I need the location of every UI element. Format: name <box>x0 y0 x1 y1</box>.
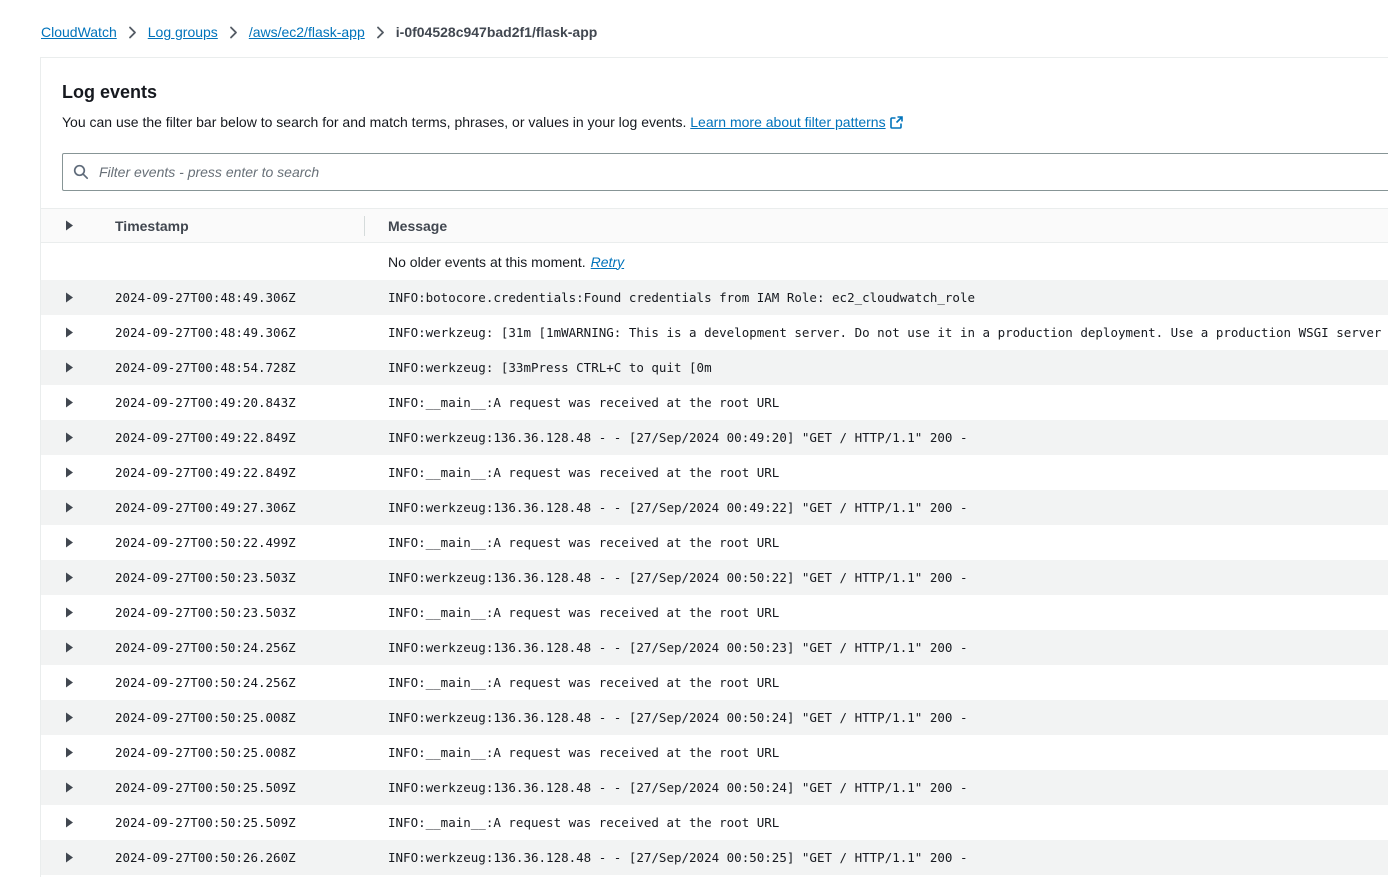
breadcrumb: CloudWatch Log groups /aws/ec2/flask-app… <box>0 0 1388 40</box>
expand-row-triangle-icon[interactable] <box>65 292 74 303</box>
row-timestamp: 2024-09-27T00:50:25.008Z <box>115 710 364 725</box>
row-timestamp: 2024-09-27T00:50:23.503Z <box>115 605 364 620</box>
breadcrumb-chevron-icon <box>376 26 385 39</box>
row-timestamp: 2024-09-27T00:50:22.499Z <box>115 535 364 550</box>
cloudwatch-log-events-page: { "breadcrumb": { "items": [ { "label": … <box>0 0 1388 876</box>
log-event-row: 2024-09-27T00:50:25.008Z INFO:__main__:A… <box>41 735 1388 770</box>
row-message: INFO:werkzeug:136.36.128.48 - - [27/Sep/… <box>364 640 1388 655</box>
panel-description: You can use the filter bar below to sear… <box>62 114 1388 132</box>
breadcrumb-cloudwatch-link[interactable]: CloudWatch <box>41 24 117 40</box>
expand-row-triangle-icon[interactable] <box>65 537 74 548</box>
column-header-message[interactable]: Message <box>364 216 1388 236</box>
expand-row-triangle-icon[interactable] <box>65 432 74 443</box>
learn-more-filter-patterns-link[interactable]: Learn more about filter patterns <box>690 114 885 130</box>
log-event-row: 2024-09-27T00:50:24.256Z INFO:__main__:A… <box>41 665 1388 700</box>
breadcrumb-log-group-link[interactable]: /aws/ec2/flask-app <box>249 24 365 40</box>
expand-row-triangle-icon[interactable] <box>65 502 74 513</box>
breadcrumb-log-groups-link[interactable]: Log groups <box>148 24 218 40</box>
row-message: INFO:werkzeug:136.36.128.48 - - [27/Sep/… <box>364 570 1388 585</box>
row-message: INFO:botocore.credentials:Found credenti… <box>364 290 1388 305</box>
log-event-row: 2024-09-27T00:50:23.503Z INFO:werkzeug:1… <box>41 560 1388 595</box>
panel-description-text: You can use the filter bar below to sear… <box>62 114 686 130</box>
expand-all-triangle-icon[interactable] <box>65 220 74 231</box>
expand-row-triangle-icon[interactable] <box>65 327 74 338</box>
row-message: INFO:werkzeug:136.36.128.48 - - [27/Sep/… <box>364 780 1388 795</box>
row-message: INFO:__main__:A request was received at … <box>364 535 1388 550</box>
log-event-row: 2024-09-27T00:50:25.509Z INFO:__main__:A… <box>41 805 1388 840</box>
expand-row-triangle-icon[interactable] <box>65 747 74 758</box>
row-timestamp: 2024-09-27T00:50:25.509Z <box>115 815 364 830</box>
row-message: INFO:__main__:A request was received at … <box>364 815 1388 830</box>
row-message: INFO:werkzeug:136.36.128.48 - - [27/Sep/… <box>364 850 1388 865</box>
breadcrumb-chevron-icon <box>229 26 238 39</box>
log-event-row: 2024-09-27T00:50:25.509Z INFO:werkzeug:1… <box>41 770 1388 805</box>
log-events-table: Timestamp Message No older events at thi… <box>41 208 1388 875</box>
expand-row-triangle-icon[interactable] <box>65 467 74 478</box>
column-header-timestamp[interactable]: Timestamp <box>115 218 364 234</box>
log-event-row: 2024-09-27T00:50:23.503Z INFO:__main__:A… <box>41 595 1388 630</box>
row-message: INFO:werkzeug:136.36.128.48 - - [27/Sep/… <box>364 710 1388 725</box>
row-timestamp: 2024-09-27T00:48:54.728Z <box>115 360 364 375</box>
expand-row-triangle-icon[interactable] <box>65 712 74 723</box>
log-event-row: 2024-09-27T00:48:49.306Z INFO:werkzeug: … <box>41 315 1388 350</box>
row-timestamp: 2024-09-27T00:49:22.849Z <box>115 430 364 445</box>
log-event-row: 2024-09-27T00:50:24.256Z INFO:werkzeug:1… <box>41 630 1388 665</box>
row-timestamp: 2024-09-27T00:50:25.008Z <box>115 745 364 760</box>
row-timestamp: 2024-09-27T00:50:23.503Z <box>115 570 364 585</box>
expand-row-triangle-icon[interactable] <box>65 607 74 618</box>
log-event-row: 2024-09-27T00:49:27.306Z INFO:werkzeug:1… <box>41 490 1388 525</box>
search-icon <box>73 164 89 180</box>
log-events-panel: Log events You can use the filter bar be… <box>40 57 1388 877</box>
row-message: INFO:__main__:A request was received at … <box>364 605 1388 620</box>
log-event-row: 2024-09-27T00:48:49.306Z INFO:botocore.c… <box>41 280 1388 315</box>
expand-row-triangle-icon[interactable] <box>65 677 74 688</box>
expand-row-triangle-icon[interactable] <box>65 572 74 583</box>
row-timestamp: 2024-09-27T00:50:25.509Z <box>115 780 364 795</box>
filter-bar <box>62 153 1388 191</box>
row-message: INFO:__main__:A request was received at … <box>364 465 1388 480</box>
row-message: INFO:werkzeug:136.36.128.48 - - [27/Sep/… <box>364 430 1388 445</box>
expand-row-triangle-icon[interactable] <box>65 642 74 653</box>
row-timestamp: 2024-09-27T00:49:20.843Z <box>115 395 364 410</box>
expand-row-triangle-icon[interactable] <box>65 852 74 863</box>
row-message: INFO:werkzeug: [31m [1mWARNING: This is … <box>364 325 1388 340</box>
no-older-events-text: No older events at this moment. <box>388 254 586 270</box>
log-event-row: 2024-09-27T00:48:54.728Z INFO:werkzeug: … <box>41 350 1388 385</box>
expand-row-triangle-icon[interactable] <box>65 397 74 408</box>
log-event-row: 2024-09-27T00:50:26.260Z INFO:werkzeug:1… <box>41 840 1388 875</box>
page-title: Log events <box>62 82 1388 103</box>
log-event-row: 2024-09-27T00:49:22.849Z INFO:__main__:A… <box>41 455 1388 490</box>
row-message: INFO:werkzeug: [33mPress CTRL+C to quit … <box>364 360 1388 375</box>
breadcrumb-chevron-icon <box>128 26 137 39</box>
row-timestamp: 2024-09-27T00:50:24.256Z <box>115 640 364 655</box>
row-timestamp: 2024-09-27T00:49:22.849Z <box>115 465 364 480</box>
row-timestamp: 2024-09-27T00:50:26.260Z <box>115 850 364 865</box>
expand-row-triangle-icon[interactable] <box>65 782 74 793</box>
expand-row-triangle-icon[interactable] <box>65 817 74 828</box>
row-message: INFO:__main__:A request was received at … <box>364 745 1388 760</box>
row-timestamp: 2024-09-27T00:48:49.306Z <box>115 325 364 340</box>
expand-row-triangle-icon[interactable] <box>65 362 74 373</box>
row-message: INFO:__main__:A request was received at … <box>364 675 1388 690</box>
retry-link[interactable]: Retry <box>591 254 624 270</box>
log-event-row: 2024-09-27T00:50:22.499Z INFO:__main__:A… <box>41 525 1388 560</box>
log-event-row: 2024-09-27T00:49:20.843Z INFO:__main__:A… <box>41 385 1388 420</box>
log-event-row: 2024-09-27T00:49:22.849Z INFO:werkzeug:1… <box>41 420 1388 455</box>
filter-events-input[interactable] <box>97 163 1388 181</box>
row-timestamp: 2024-09-27T00:48:49.306Z <box>115 290 364 305</box>
table-header-row: Timestamp Message <box>41 208 1388 243</box>
row-timestamp: 2024-09-27T00:49:27.306Z <box>115 500 364 515</box>
row-timestamp: 2024-09-27T00:50:24.256Z <box>115 675 364 690</box>
row-message: INFO:__main__:A request was received at … <box>364 395 1388 410</box>
log-event-row: 2024-09-27T00:50:25.008Z INFO:werkzeug:1… <box>41 700 1388 735</box>
external-link-icon <box>890 116 903 132</box>
row-message: INFO:werkzeug:136.36.128.48 - - [27/Sep/… <box>364 500 1388 515</box>
breadcrumb-current-stream: i-0f04528c947bad2f1/flask-app <box>396 24 598 40</box>
log-rows: 2024-09-27T00:48:49.306Z INFO:botocore.c… <box>41 280 1388 875</box>
no-older-events-row: No older events at this moment. Retry <box>41 243 1388 280</box>
